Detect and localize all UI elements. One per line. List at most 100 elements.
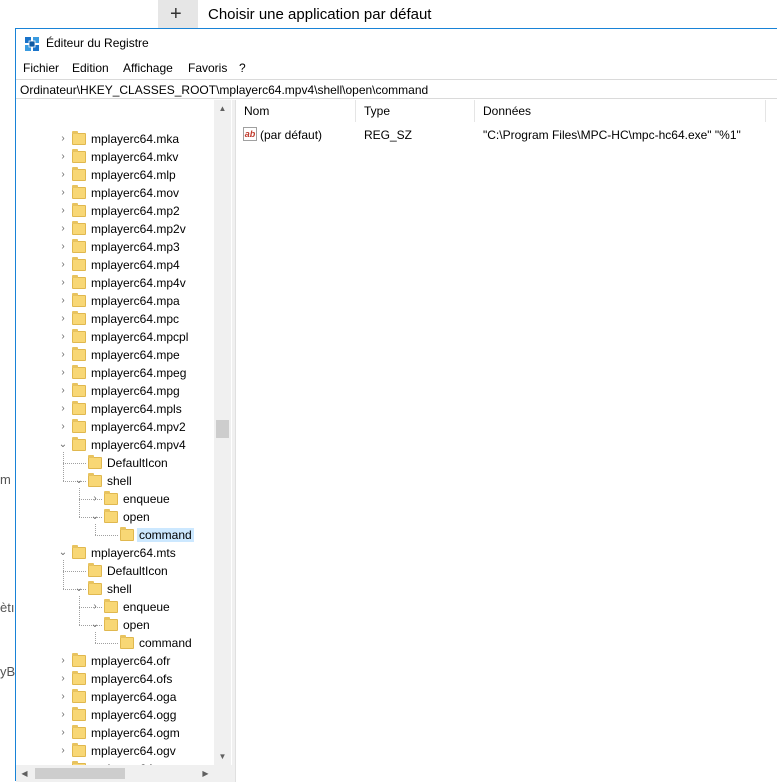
tree-node[interactable]: ⌄ open	[16, 616, 232, 634]
tree-node-label[interactable]: mplayerc64.mpv4	[89, 438, 188, 452]
chevron-down-icon[interactable]: ⌄	[58, 547, 68, 559]
tree-node[interactable]: command	[16, 634, 232, 652]
title-bar[interactable]: Éditeur du Registre	[16, 29, 777, 59]
chevron-right-icon[interactable]: ›	[58, 745, 68, 757]
tree-node[interactable]: › mplayerc64.mpls	[16, 400, 232, 418]
chevron-right-icon[interactable]: ›	[58, 313, 68, 325]
chevron-right-icon[interactable]: ›	[58, 151, 68, 163]
tree-node-label[interactable]: mplayerc64.mpa	[89, 294, 182, 308]
default-apps-tile[interactable]: +	[158, 0, 198, 28]
tree-node[interactable]: › mplayerc64.ogg	[16, 706, 232, 724]
chevron-down-icon[interactable]: ⌄	[90, 619, 100, 631]
tree-node-label[interactable]: mplayerc64.mka	[89, 132, 181, 146]
chevron-right-icon[interactable]: ›	[58, 295, 68, 307]
tree-node-label[interactable]: mplayerc64.mpe	[89, 348, 182, 362]
tree-node-label[interactable]: mplayerc64.ogv	[89, 744, 178, 758]
menu-help[interactable]: ?	[239, 61, 246, 75]
tree-node[interactable]: › mplayerc64.mpa	[16, 292, 232, 310]
tree-node-label[interactable]: mplayerc64.mkv	[89, 150, 180, 164]
chevron-right-icon[interactable]: ›	[58, 277, 68, 289]
menu-affichage[interactable]: Affichage	[123, 61, 173, 75]
tree-node[interactable]: › mplayerc64.ogm	[16, 724, 232, 742]
tree-node-label[interactable]: command	[137, 636, 194, 650]
chevron-right-icon[interactable]: ›	[58, 727, 68, 739]
menu-favoris[interactable]: Favoris	[188, 61, 227, 75]
chevron-down-icon[interactable]: ⌄	[74, 583, 84, 595]
tree-node[interactable]: › enqueue	[16, 490, 232, 508]
tree-node[interactable]: › mplayerc64.ofr	[16, 652, 232, 670]
chevron-right-icon[interactable]: ›	[58, 349, 68, 361]
chevron-right-icon[interactable]: ›	[58, 367, 68, 379]
tree-node[interactable]: › mplayerc64.mpv2	[16, 418, 232, 436]
scroll-left-arrow-icon[interactable]: ◀	[16, 765, 33, 782]
tree-node-label[interactable]: mplayerc64.mpeg	[89, 366, 188, 380]
tree-node-label[interactable]: mplayerc64.mp4v	[89, 276, 188, 290]
scroll-right-arrow-icon[interactable]: ▶	[197, 765, 214, 782]
chevron-right-icon[interactable]: ›	[90, 493, 100, 505]
tree-node[interactable]: ⌄ shell	[16, 580, 232, 598]
tree-node-label[interactable]: mplayerc64.mpv2	[89, 420, 188, 434]
tree-node[interactable]: › mplayerc64.oga	[16, 688, 232, 706]
address-bar[interactable]: Ordinateur\HKEY_CLASSES_ROOT\mplayerc64.…	[16, 79, 777, 99]
tree-node-label[interactable]: open	[121, 618, 152, 632]
chevron-right-icon[interactable]: ›	[58, 241, 68, 253]
tree-node[interactable]: › mplayerc64.ogv	[16, 742, 232, 760]
tree-node[interactable]: › mplayerc64.mp2v	[16, 220, 232, 238]
tree-node-label[interactable]: enqueue	[121, 600, 172, 614]
chevron-right-icon[interactable]: ›	[58, 421, 68, 433]
tree-node[interactable]: › mplayerc64.mov	[16, 184, 232, 202]
tree-node-label[interactable]: mplayerc64.mp3	[89, 240, 182, 254]
menu-fichier[interactable]: Fichier	[23, 61, 59, 75]
tree-node-label[interactable]: mplayerc64.mpc	[89, 312, 181, 326]
tree-node[interactable]: › mplayerc64.ofs	[16, 670, 232, 688]
tree-node-label[interactable]: mplayerc64.ogg	[89, 708, 178, 722]
tree-node[interactable]: › mplayerc64.mpeg	[16, 364, 232, 382]
tree-node-label[interactable]: DefaultIcon	[105, 456, 170, 470]
chevron-right-icon[interactable]: ›	[58, 133, 68, 145]
tree-node-label[interactable]: mplayerc64.mp2v	[89, 222, 188, 236]
tree-node-label[interactable]: shell	[105, 474, 134, 488]
tree-node[interactable]: › enqueue	[16, 598, 232, 616]
tree-node[interactable]: ⌄ open	[16, 508, 232, 526]
tree-node-label[interactable]: mplayerc64.ogm	[89, 726, 182, 740]
tree-node[interactable]: DefaultIcon	[16, 454, 232, 472]
tree-node-label[interactable]: mplayerc64.mpg	[89, 384, 182, 398]
chevron-right-icon[interactable]: ›	[58, 331, 68, 343]
tree-vertical-scrollbar[interactable]: ▲ ▼	[214, 100, 231, 765]
tree-node[interactable]: DefaultIcon	[16, 562, 232, 580]
tree-node-label[interactable]: mplayerc64.mov	[89, 186, 181, 200]
tree-node-label[interactable]: enqueue	[121, 492, 172, 506]
column-header-donnees[interactable]: Données	[475, 100, 766, 122]
chevron-right-icon[interactable]: ›	[58, 169, 68, 181]
tree-node-label[interactable]: mplayerc64.ofs	[89, 672, 174, 686]
tree-node-label[interactable]: mplayerc64.mlp	[89, 168, 178, 182]
tree-node[interactable]: › mplayerc64.mkv	[16, 148, 232, 166]
tree-horizontal-scroll-thumb[interactable]	[35, 768, 125, 779]
tree-node-label[interactable]: DefaultIcon	[105, 564, 170, 578]
tree-node-label[interactable]: mplayerc64.mpcpl	[89, 330, 190, 344]
tree-node-label[interactable]: mplayerc64.ofr	[89, 654, 172, 668]
table-row[interactable]: ab (par défaut) REG_SZ "C:\Program Files…	[236, 126, 777, 144]
chevron-right-icon[interactable]: ›	[58, 259, 68, 271]
chevron-right-icon[interactable]: ›	[58, 655, 68, 667]
chevron-right-icon[interactable]: ›	[58, 385, 68, 397]
tree-node[interactable]: ⌄ mplayerc64.mts	[16, 544, 232, 562]
chevron-right-icon[interactable]: ›	[58, 403, 68, 415]
tree-node-label[interactable]: mplayerc64.mp4	[89, 258, 182, 272]
scroll-down-arrow-icon[interactable]: ▼	[214, 748, 231, 765]
tree-pane[interactable]: › mplayerc64.mka › mplayerc64.mkv › mplayerc6…	[16, 100, 232, 782]
chevron-down-icon[interactable]: ⌄	[74, 475, 84, 487]
chevron-right-icon[interactable]: ›	[58, 205, 68, 217]
tree-node-label[interactable]: open	[121, 510, 152, 524]
chevron-right-icon[interactable]: ›	[58, 187, 68, 199]
tree-vertical-scroll-thumb[interactable]	[216, 420, 229, 438]
chevron-down-icon[interactable]: ⌄	[58, 439, 68, 451]
tree-node[interactable]: › mplayerc64.mlp	[16, 166, 232, 184]
tree-node-label[interactable]: mplayerc64.mp2	[89, 204, 182, 218]
chevron-down-icon[interactable]: ⌄	[90, 511, 100, 523]
tree-node[interactable]: › mplayerc64.mp4v	[16, 274, 232, 292]
tree-node[interactable]: › mplayerc64.mpe	[16, 346, 232, 364]
address-path[interactable]: Ordinateur\HKEY_CLASSES_ROOT\mplayerc64.…	[20, 83, 428, 97]
tree-node[interactable]: › mplayerc64.mpc	[16, 310, 232, 328]
tree-node-label[interactable]: mplayerc64.mpls	[89, 402, 184, 416]
